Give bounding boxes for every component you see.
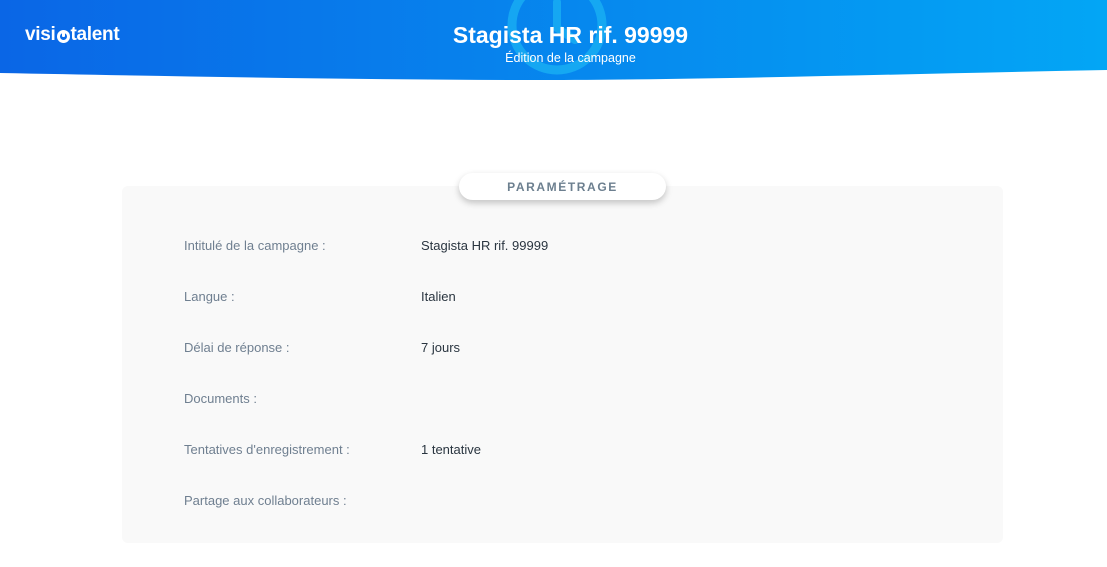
- header-title-block: Stagista HR rif. 99999 Édition de la cam…: [0, 21, 1107, 66]
- field-row-response-delay: Délai de réponse : 7 jours: [0, 338, 1107, 358]
- field-row-collaborator-sharing: Partage aux collaborateurs :: [0, 491, 1107, 511]
- field-row-campaign-title: Intitulé de la campagne : Stagista HR ri…: [0, 236, 1107, 256]
- field-value: Italien: [421, 289, 456, 304]
- field-label: Documents :: [184, 391, 257, 406]
- field-row-documents: Documents :: [0, 389, 1107, 409]
- field-label: Intitulé de la campagne :: [184, 238, 326, 253]
- field-value: 7 jours: [421, 340, 461, 355]
- field-value: Stagista HR rif. 99999: [421, 238, 549, 253]
- field-label: Partage aux collaborateurs :: [184, 493, 347, 508]
- app-header: visi talent Stagista HR rif. 99999 Éditio…: [0, 0, 1107, 82]
- field-label: Tentatives d'enregistrement :: [184, 442, 350, 457]
- field-row-language: Langue : Italien: [0, 287, 1107, 307]
- field-label: Langue :: [184, 289, 235, 304]
- page-title: Stagista HR rif. 99999: [452, 22, 689, 48]
- field-row-recording-attempts: Tentatives d'enregistrement : 1 tentativ…: [0, 440, 1107, 460]
- section-title-pill: PARAMÉTRAGE: [459, 173, 666, 200]
- section-title: PARAMÉTRAGE: [507, 179, 618, 194]
- page-subtitle: Édition de la campagne: [505, 51, 636, 65]
- field-label: Délai de réponse :: [184, 340, 290, 355]
- field-value: 1 tentative: [421, 442, 481, 457]
